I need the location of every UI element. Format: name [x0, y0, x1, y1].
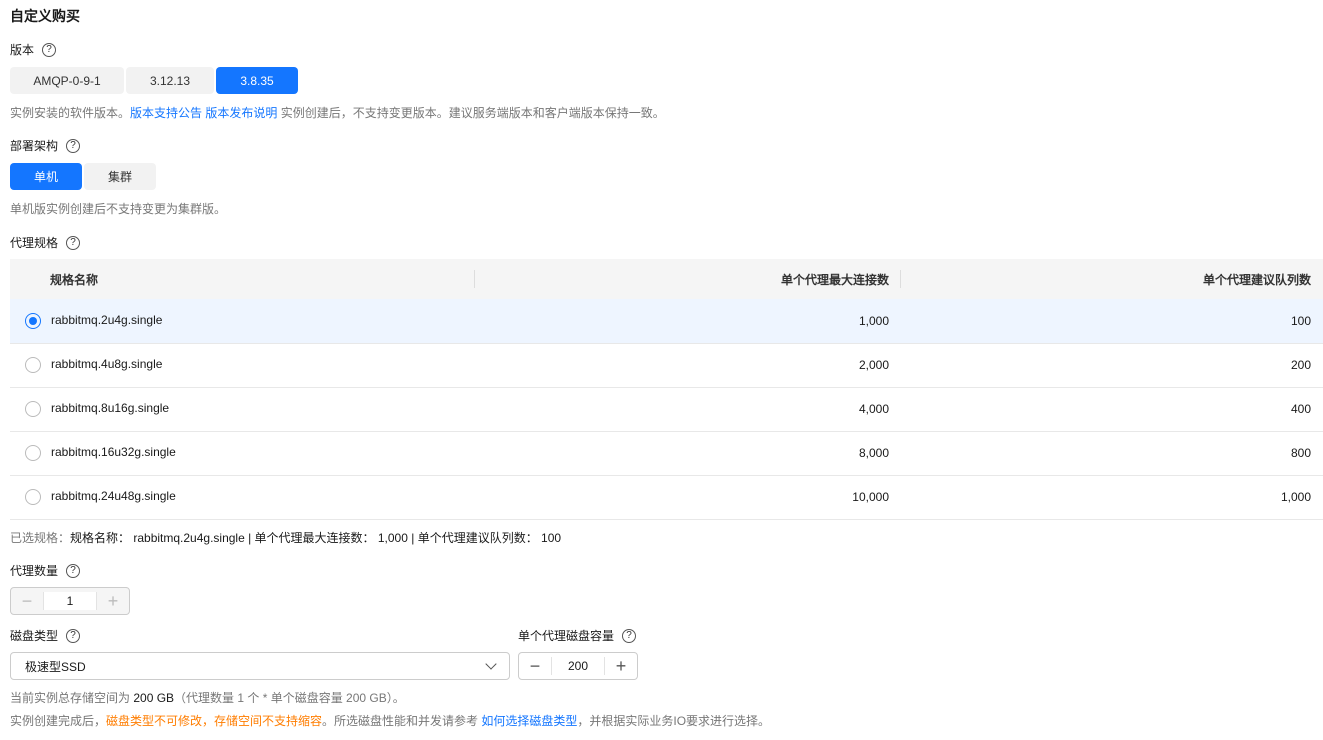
storage-total-hint: 当前实例总存储空间为 200 GB（代理数量 1 个 * 单个磁盘容量 200 … — [10, 689, 405, 706]
help-icon[interactable]: ? — [66, 138, 81, 153]
disk-capacity-label-text: 单个代理磁盘容量 — [518, 629, 615, 643]
version-option-3-12-13[interactable]: 3.12.13 — [126, 67, 214, 94]
help-icon[interactable]: ? — [42, 42, 57, 57]
hint-text: 实例创建后，不支持变更版本。建议服务端版本和客户端版本保持一致。 — [277, 106, 665, 120]
help-icon[interactable]: ? — [66, 628, 81, 643]
disk-type-label-text: 磁盘类型 — [10, 629, 59, 643]
spec-name-cell: rabbitmq.8u16g.single — [10, 387, 475, 432]
radio-button[interactable] — [25, 401, 41, 417]
disk-capacity-input[interactable]: 200 — [551, 657, 605, 675]
warning-text: 磁盘类型不可修改，存储空间不支持缩容 — [106, 714, 323, 728]
arch-label: 部署架构? — [10, 137, 81, 154]
help-icon[interactable]: ? — [66, 563, 81, 578]
help-icon[interactable]: ? — [622, 628, 637, 643]
version-option-amqp[interactable]: AMQP-0-9-1 — [10, 67, 124, 94]
column-max-connections: 单个代理最大连接数 — [780, 272, 889, 287]
column-header: 单个代理最大连接数 — [475, 259, 901, 299]
hint-text: 当前实例总存储空间为 — [10, 691, 134, 705]
queue-count-cell: 800 — [901, 431, 1323, 476]
disk-capacity-label: 单个代理磁盘容量? — [518, 627, 637, 644]
help-icon[interactable]: ? — [66, 235, 81, 250]
increment-button[interactable]: + — [605, 653, 637, 679]
hint-text: 实例安装的软件版本。 — [10, 106, 131, 120]
hint-text: ，并根据实际业务IO要求进行选择。 — [577, 714, 771, 728]
radio-button[interactable] — [25, 312, 41, 329]
chevron-down-icon — [485, 658, 497, 670]
queue-count-cell: 400 — [901, 387, 1323, 432]
hint-text: 实例创建完成后， — [10, 714, 107, 728]
version-hint: 实例安装的软件版本。版本支持公告 版本发布说明 实例创建后，不支持变更版本。建议… — [10, 104, 665, 121]
disk-capacity-stepper: − 200 + — [518, 652, 638, 680]
arch-label-text: 部署架构 — [10, 139, 59, 153]
version-option-3-8-35[interactable]: 3.8.35 — [216, 67, 298, 94]
version-selector: AMQP-0-9-1 3.12.13 3.8.35 — [10, 67, 298, 94]
queue-count-cell: 200 — [901, 343, 1323, 388]
disk-type-value: 极速型SSD — [25, 659, 86, 674]
brokers-label: 代理数量? — [10, 562, 81, 579]
disk-type-select[interactable]: 极速型SSD — [10, 652, 510, 680]
column-header: 单个代理建议队列数 — [901, 259, 1323, 299]
column-name: 规格名称 — [50, 272, 99, 287]
max-connections-cell: 10,000 — [475, 475, 901, 520]
disk-type-guide-link[interactable]: 如何选择磁盘类型 — [481, 714, 577, 728]
decrement-button[interactable]: − — [11, 588, 43, 614]
spec-name-cell: rabbitmq.4u8g.single — [10, 343, 475, 388]
spec-name: rabbitmq.4u8g.single — [51, 357, 163, 372]
arch-hint: 单机版实例创建后不支持变更为集群版。 — [10, 202, 227, 216]
hint-text: （代理数量 1 个 * 单个磁盘容量 200 GB）。 — [174, 691, 405, 705]
table-header: 规格名称 单个代理最大连接数 单个代理建议队列数 — [10, 259, 1323, 299]
arch-option-single[interactable]: 单机 — [10, 163, 82, 190]
queue-count-cell: 1,000 — [901, 475, 1323, 520]
table-row[interactable]: rabbitmq.4u8g.single 2,000 200 — [10, 343, 1323, 388]
selected-spec-summary: 已选规格：规格名称： rabbitmq.2u4g.single | 单个代理最大… — [10, 529, 561, 546]
version-label-text: 版本 — [10, 43, 35, 57]
spec-name-cell: rabbitmq.24u48g.single — [10, 475, 475, 520]
table-row[interactable]: rabbitmq.2u4g.single 1,000 100 — [10, 299, 1323, 344]
spec-name-cell: rabbitmq.16u32g.single — [10, 431, 475, 476]
table-row[interactable]: rabbitmq.8u16g.single 4,000 400 — [10, 387, 1323, 432]
version-label: 版本? — [10, 41, 57, 58]
table-row[interactable]: rabbitmq.24u48g.single 10,000 1,000 — [10, 475, 1323, 520]
max-connections-cell: 8,000 — [475, 431, 901, 476]
radio-button[interactable] — [25, 357, 41, 373]
table-row[interactable]: rabbitmq.16u32g.single 8,000 800 — [10, 431, 1323, 476]
max-connections-cell: 1,000 — [475, 299, 901, 344]
queue-count-cell: 100 — [901, 299, 1323, 344]
broker-quantity-stepper: − 1 + — [10, 587, 130, 615]
arch-option-cluster[interactable]: 集群 — [84, 163, 156, 190]
hint-text: 。所选磁盘性能和并发请参考 — [322, 714, 482, 728]
spec-name: rabbitmq.2u4g.single — [51, 312, 163, 327]
spec-name: rabbitmq.16u32g.single — [51, 445, 176, 460]
spec-label-text: 代理规格 — [10, 236, 59, 250]
spec-name: rabbitmq.8u16g.single — [51, 401, 170, 416]
radio-button[interactable] — [25, 489, 41, 505]
max-connections-cell: 2,000 — [475, 343, 901, 388]
release-notes-link[interactable]: 版本发布说明 — [205, 106, 277, 120]
spec-name-cell: rabbitmq.2u4g.single — [10, 299, 475, 344]
page-title: 自定义购买 — [10, 8, 80, 24]
summary-text: 规格名称： rabbitmq.2u4g.single | 单个代理最大连接数： … — [70, 531, 562, 545]
spec-name: rabbitmq.24u48g.single — [51, 489, 176, 504]
disk-type-label: 磁盘类型? — [10, 627, 81, 644]
spec-label: 代理规格? — [10, 234, 81, 251]
decrement-button[interactable]: − — [519, 653, 551, 679]
arch-selector: 单机 集群 — [10, 163, 156, 190]
broker-quantity-input[interactable]: 1 — [43, 592, 97, 610]
spec-table: 规格名称 单个代理最大连接数 单个代理建议队列数 rabbitmq.2u4g.s… — [10, 259, 1323, 520]
column-header: 规格名称 — [10, 259, 475, 299]
disk-note: 实例创建完成后，磁盘类型不可修改，存储空间不支持缩容。所选磁盘性能和并发请参考 … — [10, 712, 770, 729]
total-storage: 200 GB — [133, 691, 175, 705]
brokers-label-text: 代理数量 — [10, 564, 59, 578]
version-support-link[interactable]: 版本支持公告 — [130, 106, 202, 120]
radio-button[interactable] — [25, 445, 41, 461]
increment-button[interactable]: + — [97, 588, 129, 614]
max-connections-cell: 4,000 — [475, 387, 901, 432]
summary-label: 已选规格： — [10, 531, 71, 545]
